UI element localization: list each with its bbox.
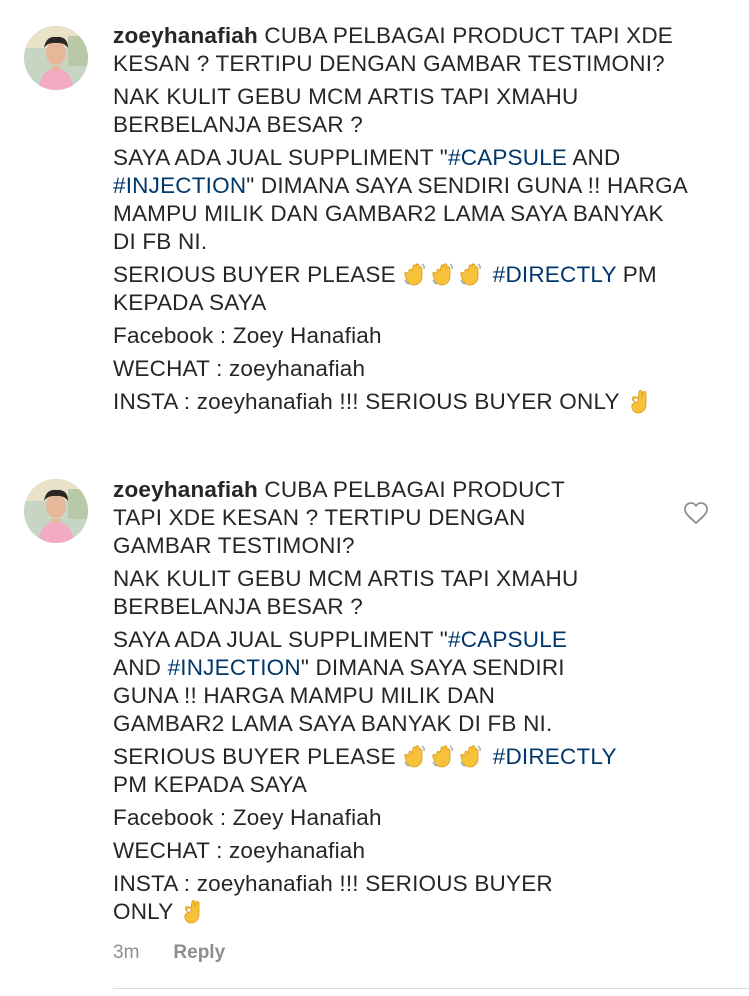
comment-paragraph: NAK KULIT GEBU MCM ARTIS TAPI XMAHU BERB… [113,83,733,139]
comment-text: AND [113,655,162,680]
divider [113,988,749,989]
comment-paragraph: INSTA : zoeyhanafiah !!! SERIOUS BUYER O… [113,870,673,926]
comment-paragraph: WECHAT : zoeyhanafiah [113,355,733,383]
comment-body: zoeyhanafiah CUBA PELBAGAI PRODUCT TAPI … [113,476,673,931]
comment-text: SAYA ADA JUAL SUPPLIMENT " [113,627,448,652]
comment-text: INSTA : zoeyhanafiah !!! SERIOUS BUYER O… [113,389,626,414]
comment-paragraph: zoeyhanafiah CUBA PELBAGAI PRODUCT TAPI … [113,22,733,78]
ok-hand-emoji [179,898,205,924]
waving-hand-emoji [458,743,484,769]
comment-paragraph: Facebook : Zoey Hanafiah [113,322,733,350]
hashtag-directly[interactable]: #DIRECTLY [493,262,617,287]
comment-text: NAK KULIT GEBU MCM ARTIS TAPI XMAHU BERB… [113,84,579,137]
comment-text: AND [572,145,621,170]
waving-hand-emoji [430,743,456,769]
comment-text: SERIOUS BUYER PLEASE [113,262,403,287]
comment-paragraph: SERIOUS BUYER PLEASE #DIRECTLY PM KEPADA… [113,261,733,317]
comment-paragraph: WECHAT : zoeyhanafiah [113,837,673,865]
comment-paragraph: SERIOUS BUYER PLEASE #DIRECTLY PM KEPADA… [113,743,673,799]
waving-hand-emoji [430,261,456,287]
comment-paragraph: SAYA ADA JUAL SUPPLIMENT "#CAPSULE AND #… [113,626,673,738]
heart-icon[interactable] [683,501,709,525]
hashtag-injection[interactable]: #INJECTION [113,173,246,198]
comment-text: SERIOUS BUYER PLEASE [113,744,403,769]
reply-button[interactable]: Reply [173,942,225,963]
comment-paragraph: Facebook : Zoey Hanafiah [113,804,673,832]
hashtag-capsule[interactable]: #CAPSULE [448,627,567,652]
waving-hand-emoji [402,261,428,287]
comment-meta: 3m Reply [113,942,225,964]
avatar[interactable] [24,479,88,543]
comment-paragraph: SAYA ADA JUAL SUPPLIMENT "#CAPSULE AND #… [113,144,733,256]
username-link[interactable]: zoeyhanafiah [113,477,258,502]
comment-text: Facebook : Zoey Hanafiah [113,323,382,348]
waving-hand-emoji [458,261,484,287]
comment-text: Facebook : Zoey Hanafiah [113,805,382,830]
waving-hand-emoji [402,743,428,769]
ok-hand-emoji [626,388,652,414]
comment-body: zoeyhanafiah CUBA PELBAGAI PRODUCT TAPI … [113,22,733,421]
comment-text: NAK KULIT GEBU MCM ARTIS TAPI XMAHU BERB… [113,566,579,619]
avatar[interactable] [24,26,88,90]
hashtag-directly[interactable]: #DIRECTLY [493,744,617,769]
comment-text: SAYA ADA JUAL SUPPLIMENT " [113,145,448,170]
comment-paragraph: INSTA : zoeyhanafiah !!! SERIOUS BUYER O… [113,388,733,416]
comment-text: PM KEPADA SAYA [113,772,308,797]
hashtag-capsule[interactable]: #CAPSULE [448,145,567,170]
hashtag-injection[interactable]: #INJECTION [168,655,301,680]
comment-paragraph: zoeyhanafiah CUBA PELBAGAI PRODUCT TAPI … [113,476,673,560]
comment-text: WECHAT : zoeyhanafiah [113,838,366,863]
username-link[interactable]: zoeyhanafiah [113,23,258,48]
comment-timestamp: 3m [113,942,140,963]
comment-text: WECHAT : zoeyhanafiah [113,356,366,381]
comment-paragraph: NAK KULIT GEBU MCM ARTIS TAPI XMAHU BERB… [113,565,673,621]
